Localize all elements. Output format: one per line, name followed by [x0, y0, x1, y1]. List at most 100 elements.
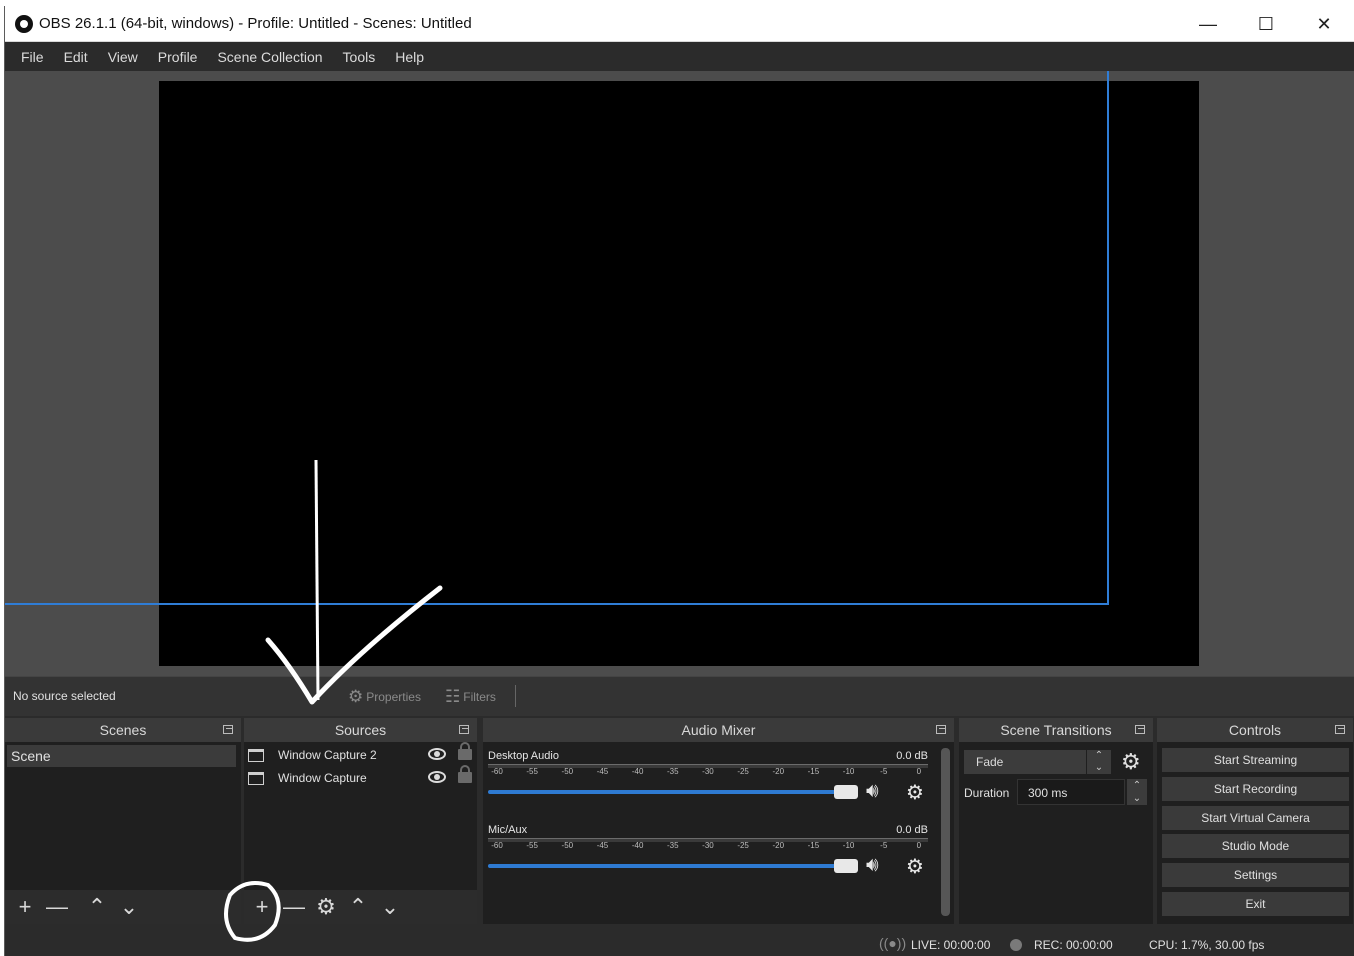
controls-title: Controls — [1228, 722, 1282, 738]
menu-file[interactable]: File — [11, 49, 54, 65]
chevron-up-down-icon[interactable]: ⌃ ⌄ — [1087, 750, 1111, 774]
tick-label: -45 — [596, 767, 609, 776]
gear-icon: ⚙ — [348, 687, 364, 706]
tick-label: -35 — [667, 767, 679, 776]
speaker-icon[interactable]: 🔊︎ — [866, 780, 879, 803]
undock-icon[interactable] — [1135, 725, 1145, 734]
menu-profile[interactable]: Profile — [148, 49, 208, 65]
minimize-button[interactable]: — — [1179, 6, 1237, 42]
remove-scene-button[interactable]: — — [41, 892, 73, 922]
duration-field[interactable]: 300 ms — [1017, 779, 1125, 805]
scenes-dock: Scenes Scene + — ⌃ ⌄ — [5, 718, 241, 924]
gear-icon[interactable]: ⚙ — [906, 780, 924, 805]
filters-button[interactable]: ☷ Filters — [445, 687, 496, 707]
sources-header: Sources — [244, 718, 477, 742]
meter-ticks: -60 -55 -50 -45 -40 -35 -30 -25 -20 -15 … — [488, 841, 928, 855]
move-scene-up-button[interactable]: ⌃ — [81, 892, 113, 922]
tick-label: -45 — [596, 841, 609, 850]
gear-icon[interactable]: ⚙ — [906, 854, 924, 879]
controls-header: Controls — [1157, 718, 1353, 742]
studio-mode-button[interactable]: Studio Mode — [1162, 834, 1349, 858]
channel-name: Mic/Aux — [488, 824, 528, 836]
visibility-eye-icon[interactable] — [428, 771, 446, 783]
gear-icon[interactable]: ⚙ — [1121, 749, 1141, 775]
volume-slider-track[interactable] — [488, 864, 848, 868]
window-title: OBS 26.1.1 (64-bit, windows) - Profile: … — [39, 15, 472, 32]
tick-label: -60 — [491, 767, 503, 776]
properties-button[interactable]: ⚙ Properties — [348, 687, 421, 707]
menu-scene-collection[interactable]: Scene Collection — [207, 49, 332, 65]
obs-logo-icon — [15, 15, 33, 33]
move-scene-down-button[interactable]: ⌄ — [113, 892, 145, 922]
volume-slider-track[interactable] — [488, 790, 848, 794]
menu-edit[interactable]: Edit — [54, 49, 98, 65]
volume-slider-handle[interactable] — [834, 785, 858, 799]
mixer-channel-mic: Mic/Aux 0.0 dB -60 -55 -50 -45 -40 -35 -… — [488, 824, 928, 894]
lock-icon[interactable] — [458, 742, 472, 760]
source-item[interactable]: Window Capture 2 — [248, 742, 473, 766]
sources-title: Sources — [334, 722, 387, 738]
mixer-scrollbar[interactable] — [941, 748, 950, 916]
meter-ticks: -60 -55 -50 -45 -40 -35 -30 -25 -20 -15 … — [488, 767, 928, 781]
transition-select[interactable]: Fade — [964, 750, 1086, 774]
scene-item[interactable]: Scene — [7, 745, 236, 767]
tick-label: -10 — [842, 841, 855, 850]
filter-icon: ☷ — [445, 687, 461, 706]
live-status: LIVE: 00:00:00 — [911, 938, 991, 952]
tick-label: -55 — [526, 841, 538, 850]
tick-label: -50 — [561, 767, 574, 776]
start-virtual-camera-button[interactable]: Start Virtual Camera — [1162, 806, 1349, 830]
undock-icon[interactable] — [459, 725, 469, 734]
source-properties-gear-icon[interactable]: ⚙ — [310, 892, 342, 922]
audio-mixer-header: Audio Mixer — [483, 718, 954, 742]
add-source-button[interactable]: + — [246, 892, 278, 922]
menu-tools[interactable]: Tools — [333, 49, 386, 65]
tick-label: -25 — [737, 841, 749, 850]
no-source-label: No source selected — [13, 689, 116, 703]
scenes-title: Scenes — [99, 722, 147, 738]
tick-label: -15 — [807, 767, 820, 776]
start-recording-button[interactable]: Start Recording — [1162, 777, 1349, 801]
start-streaming-button[interactable]: Start Streaming — [1162, 748, 1349, 772]
add-scene-button[interactable]: + — [9, 892, 41, 922]
preview-canvas[interactable] — [159, 81, 1199, 666]
close-button[interactable]: ✕ — [1295, 6, 1353, 42]
undock-icon[interactable] — [223, 725, 233, 734]
tick-label: -30 — [702, 767, 714, 776]
undock-icon[interactable] — [1335, 725, 1345, 734]
mixer-channel-desktop: Desktop Audio 0.0 dB -60 -55 -50 -45 -40… — [488, 750, 928, 820]
menu-bar: File Edit View Profile Scene Collection … — [5, 42, 1354, 71]
tick-label: 0 — [916, 841, 922, 850]
source-name: Window Capture — [278, 771, 367, 785]
tick-label: -25 — [737, 767, 749, 776]
scene-transitions-header: Scene Transitions — [959, 718, 1153, 742]
volume-slider-handle[interactable] — [834, 859, 858, 873]
menu-view[interactable]: View — [98, 49, 148, 65]
tick-label: -10 — [842, 767, 855, 776]
tick-label: -5 — [880, 841, 888, 850]
channel-name: Desktop Audio — [488, 750, 559, 762]
tick-label: -20 — [772, 841, 785, 850]
tick-label: -20 — [772, 767, 785, 776]
remove-source-button[interactable]: — — [278, 892, 310, 922]
source-item[interactable]: Window Capture — [248, 765, 473, 789]
move-source-up-button[interactable]: ⌃ — [342, 892, 374, 922]
sources-dock: Sources Window Capture 2 Window Capture … — [244, 718, 477, 924]
scenes-header: Scenes — [5, 718, 241, 742]
menu-help[interactable]: Help — [385, 49, 434, 65]
duration-stepper[interactable]: ⌃ ⌄ — [1127, 779, 1147, 805]
properties-label: Properties — [366, 690, 421, 704]
visibility-eye-icon[interactable] — [428, 748, 446, 760]
settings-button[interactable]: Settings — [1162, 863, 1349, 887]
tick-label: -40 — [631, 767, 644, 776]
preview-area[interactable] — [5, 71, 1354, 676]
maximize-button[interactable]: ☐ — [1237, 6, 1295, 42]
exit-button[interactable]: Exit — [1162, 892, 1349, 916]
tick-label: -55 — [526, 767, 538, 776]
undock-icon[interactable] — [936, 725, 946, 734]
lock-icon[interactable] — [458, 765, 472, 783]
rec-status: REC: 00:00:00 — [1034, 938, 1113, 952]
move-source-down-button[interactable]: ⌄ — [374, 892, 406, 922]
speaker-icon[interactable]: 🔊︎ — [866, 854, 879, 877]
toolbar-separator — [515, 685, 516, 707]
